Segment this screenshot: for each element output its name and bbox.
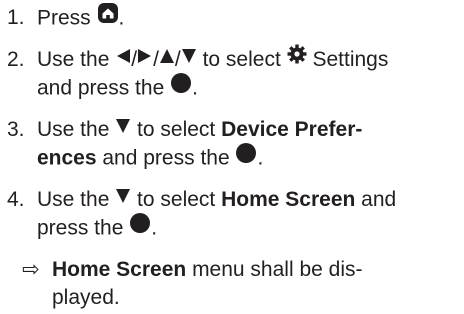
step-text: Use the / / / to select Settings and press…	[37, 44, 462, 104]
step-number: 1.	[7, 6, 25, 29]
step-text-part: Use the	[37, 48, 116, 71]
step-text-part: Settings	[306, 48, 389, 71]
step-number: 3.	[7, 118, 25, 141]
menu-item-label: Home Screen	[221, 188, 356, 211]
result-text-part: menu shall be dis-	[186, 258, 363, 281]
ok-button-icon	[129, 212, 151, 242]
step-number: 4.	[7, 188, 25, 211]
right-triangle-icon	[137, 44, 153, 72]
step-text-part: .	[257, 147, 264, 170]
ok-button-icon	[235, 142, 257, 172]
left-triangle-icon	[115, 44, 131, 72]
result-text: Home Screen menu shall be dis- played.	[52, 256, 462, 312]
up-triangle-icon	[159, 44, 175, 72]
step-text-part: Use the	[37, 118, 116, 141]
step-text-part: and	[355, 188, 397, 211]
ok-button-icon	[170, 72, 192, 102]
menu-item-label: Device Prefer-	[221, 118, 363, 141]
down-triangle-icon	[115, 184, 131, 212]
step-text-part: Press	[37, 6, 97, 30]
home-icon	[97, 2, 119, 32]
step-text-part: .	[118, 6, 125, 30]
step-text-part: and press the	[96, 147, 236, 170]
step-text: Press .	[37, 2, 462, 34]
step-text: Use the to select Home Screen and press …	[37, 186, 462, 244]
step-text: Use the to select Device Prefer- ences a…	[37, 116, 462, 174]
gear-icon	[287, 44, 307, 72]
step-text-part: .	[192, 77, 198, 100]
down-triangle-icon	[115, 114, 131, 142]
step-text-part: to select	[196, 48, 287, 71]
result-arrow-icon: ⇨	[22, 258, 40, 281]
step-text-part: .	[151, 217, 158, 240]
step-text-part: and press the	[37, 77, 171, 100]
step-number: 2.	[7, 48, 25, 71]
step-text-part: to select	[131, 188, 222, 211]
step-text-part: to select	[131, 118, 222, 141]
menu-item-label: ences	[37, 147, 97, 170]
down-triangle-icon	[181, 44, 197, 72]
step-text-part: Use the	[37, 188, 116, 211]
menu-item-label: Home Screen	[52, 258, 187, 281]
result-text-part: played.	[52, 286, 120, 309]
step-text-part: press the	[37, 217, 130, 240]
